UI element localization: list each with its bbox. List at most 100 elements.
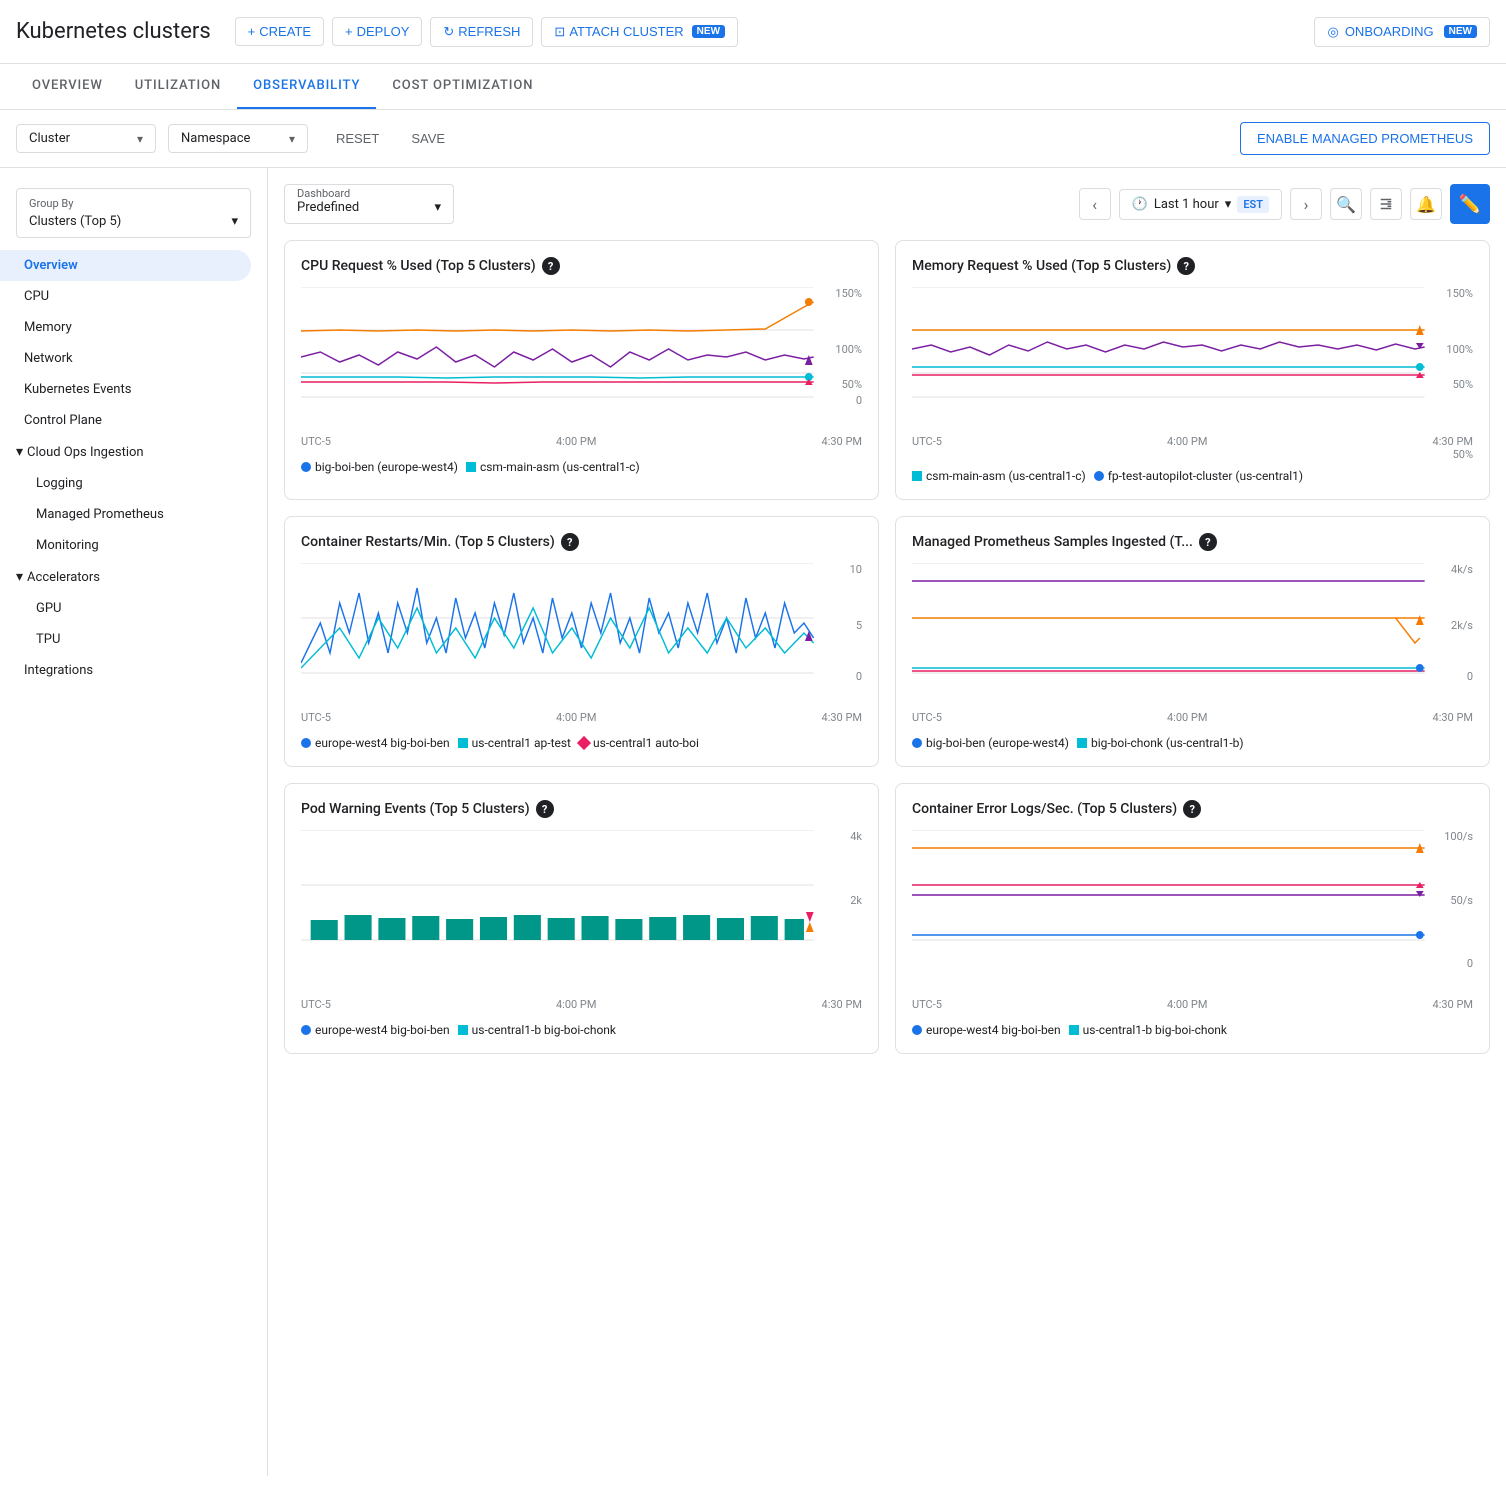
refresh-button[interactable]: ↻ REFRESH	[430, 17, 533, 47]
sidebar-child-monitoring[interactable]: Monitoring	[0, 530, 267, 561]
pod-warning-chart-svg	[301, 830, 862, 985]
memory-legend-2: fp-test-autopilot-cluster (us-central1)	[1094, 469, 1303, 483]
error-logs-legend-1: europe-west4 big-boi-ben	[912, 1023, 1061, 1037]
prev-time-button[interactable]: ‹	[1079, 188, 1111, 220]
tab-observability[interactable]: OBSERVABILITY	[237, 64, 376, 109]
save-button[interactable]: SAVE	[403, 127, 453, 150]
tab-overview[interactable]: OVERVIEW	[16, 64, 119, 109]
attach-new-badge: NEW	[692, 25, 725, 38]
refresh-icon: ↻	[443, 24, 454, 40]
pod-warning-help-icon[interactable]: ?	[536, 800, 554, 818]
cpu-x-labels: UTC-5 4:00 PM 4:30 PM	[301, 435, 862, 452]
bell-icon: 🔔	[1416, 195, 1436, 214]
edit-icon: ✏️	[1459, 194, 1481, 215]
restarts-chart-card: Container Restarts/Min. (Top 5 Clusters)…	[284, 516, 879, 767]
expand-icon-accelerators: ▾	[16, 569, 23, 585]
sidebar-parent-accelerators[interactable]: ▾ Accelerators	[0, 561, 267, 593]
cpu-chart-title: CPU Request % Used (Top 5 Clusters) ?	[301, 257, 862, 275]
namespace-select[interactable]: Namespace ▾	[168, 124, 308, 153]
dashboard-select-container[interactable]: Dashboard Predefined ▾	[284, 184, 454, 224]
filter-actions: RESET SAVE	[328, 127, 453, 150]
restarts-diamond-1	[577, 736, 591, 750]
group-by-box[interactable]: Group By Clusters (Top 5) ▾	[16, 188, 251, 238]
sidebar-item-cpu[interactable]: CPU	[0, 281, 267, 312]
restarts-y-max: 10	[850, 563, 862, 576]
restarts-help-icon[interactable]: ?	[561, 533, 579, 551]
search-button[interactable]: 🔍	[1330, 188, 1362, 220]
main-layout: Group By Clusters (Top 5) ▾ Overview CPU…	[0, 168, 1506, 1476]
prometheus-y-zero: 0	[1467, 670, 1473, 683]
cpu-legend: big-boi-ben (europe-west4) csm-main-asm …	[301, 460, 862, 474]
tab-utilization[interactable]: UTILIZATION	[119, 64, 237, 109]
prometheus-sq-1	[1077, 738, 1087, 748]
sidebar-item-network[interactable]: Network	[0, 343, 267, 374]
alert-button[interactable]: 🔔	[1410, 188, 1442, 220]
sidebar-child-tpu[interactable]: TPU	[0, 624, 267, 655]
sidebar-item-kubernetes-events[interactable]: Kubernetes Events	[0, 374, 267, 405]
chart-grid: CPU Request % Used (Top 5 Clusters) ? 15…	[284, 240, 1490, 1054]
clock-icon: 🕐	[1132, 197, 1148, 212]
time-range-button[interactable]: 🕐 Last 1 hour ▾ EST	[1119, 189, 1282, 220]
namespace-select-arrow: ▾	[289, 132, 295, 146]
group-by-arrow: ▾	[231, 214, 238, 229]
deploy-button[interactable]: + DEPLOY	[332, 17, 422, 46]
restarts-legend-2: us-central1 ap-test	[458, 736, 571, 750]
error-logs-legend-2: us-central1-b big-boi-chonk	[1069, 1023, 1227, 1037]
sidebar-child-managed-prometheus[interactable]: Managed Prometheus	[0, 499, 267, 530]
sidebar-item-control-plane[interactable]: Control Plane	[0, 405, 267, 436]
memory-legend-sq	[912, 471, 922, 481]
error-logs-chart-area: 100/s 50/s 0	[912, 830, 1473, 990]
restarts-chart-title: Container Restarts/Min. (Top 5 Clusters)…	[301, 533, 862, 551]
pod-warning-legend: europe-west4 big-boi-ben us-central1-b b…	[301, 1023, 862, 1037]
memory-legend-1: csm-main-asm (us-central1-c)	[912, 469, 1086, 483]
prometheus-chart-area: 4k/s 2k/s 0	[912, 563, 1473, 703]
legend-dot-1	[301, 462, 311, 472]
reset-button[interactable]: RESET	[328, 127, 387, 150]
restarts-y-mid: 5	[856, 619, 862, 632]
create-button[interactable]: + CREATE	[235, 17, 324, 46]
sidebar-child-logging[interactable]: Logging	[0, 468, 267, 499]
onboarding-button[interactable]: ◎ ONBOARDING NEW	[1314, 17, 1490, 47]
pod-warning-y-max: 4k	[850, 830, 862, 843]
enable-managed-prometheus-button[interactable]: ENABLE MANAGED PROMETHEUS	[1240, 122, 1490, 155]
error-logs-chart-card: Container Error Logs/Sec. (Top 5 Cluster…	[895, 783, 1490, 1054]
restarts-legend: europe-west4 big-boi-ben us-central1 ap-…	[301, 736, 862, 750]
filter-bar: Cluster ▾ Namespace ▾ RESET SAVE ENABLE …	[0, 110, 1506, 168]
next-time-button[interactable]: ›	[1290, 188, 1322, 220]
group-by-select[interactable]: Clusters (Top 5) ▾	[29, 214, 238, 229]
error-sq-1	[1069, 1025, 1079, 1035]
prometheus-chart-svg	[912, 563, 1473, 693]
cpu-y-low: 50%	[842, 378, 862, 391]
header: Kubernetes clusters + CREATE + DEPLOY ↻ …	[0, 0, 1506, 64]
cpu-chart-card: CPU Request % Used (Top 5 Clusters) ? 15…	[284, 240, 879, 500]
restarts-chart-area: 10 5 0	[301, 563, 862, 703]
tab-cost-optimization[interactable]: COST OPTIMIZATION	[376, 64, 549, 109]
sidebar-child-gpu[interactable]: GPU	[0, 593, 267, 624]
prometheus-help-icon[interactable]: ?	[1199, 533, 1217, 551]
edit-button[interactable]: ✏️	[1450, 184, 1490, 224]
error-logs-y-max: 100/s	[1444, 830, 1473, 843]
attach-cluster-button[interactable]: ⊡ ATTACH CLUSTER NEW	[541, 17, 738, 47]
cpu-legend-1: big-boi-ben (europe-west4)	[301, 460, 458, 474]
memory-help-icon[interactable]: ?	[1177, 257, 1195, 275]
create-icon: +	[248, 24, 256, 39]
sidebar-parent-cloud-ops[interactable]: ▾ Cloud Ops Ingestion	[0, 436, 267, 468]
header-right: ◎ ONBOARDING NEW	[1314, 17, 1490, 47]
restarts-legend-3: us-central1 auto-boi	[579, 736, 699, 750]
cpu-y-max: 150%	[835, 287, 862, 300]
prometheus-y-max: 4k/s	[1451, 563, 1473, 576]
prometheus-chart-title: Managed Prometheus Samples Ingested (T..…	[912, 533, 1473, 551]
sidebar-item-integrations[interactable]: Integrations	[0, 655, 267, 686]
error-logs-x-labels: UTC-5 4:00 PM 4:30 PM	[912, 998, 1473, 1015]
cpu-help-icon[interactable]: ?	[542, 257, 560, 275]
memory-y-bottom: 50%	[912, 448, 1473, 461]
pod-warning-chart-card: Pod Warning Events (Top 5 Clusters) ? 4k…	[284, 783, 879, 1054]
error-logs-help-icon[interactable]: ?	[1183, 800, 1201, 818]
cluster-select[interactable]: Cluster ▾	[16, 124, 156, 153]
content-area: Dashboard Predefined ▾ ‹ 🕐 Last 1 hour ▾…	[268, 168, 1506, 1476]
sidebar-item-overview[interactable]: Overview	[0, 250, 251, 281]
onboarding-icon: ◎	[1327, 24, 1338, 40]
sidebar-item-memory[interactable]: Memory	[0, 312, 267, 343]
onboarding-new-badge: NEW	[1444, 25, 1477, 38]
compare-button[interactable]	[1370, 188, 1402, 220]
